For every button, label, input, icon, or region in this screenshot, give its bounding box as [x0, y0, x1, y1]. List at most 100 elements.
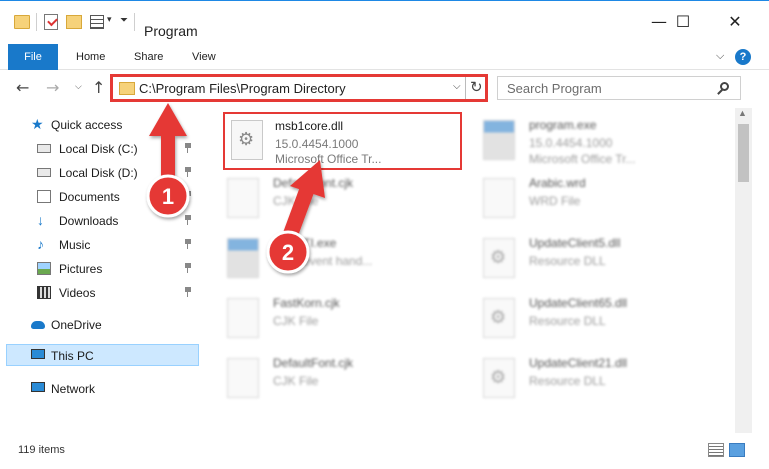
sidebar-item-network[interactable]: Network: [0, 378, 200, 400]
file-description: ...r di event hand...: [273, 254, 373, 268]
file-item-msb1core-dll[interactable]: msb1core.dll 15.0.4454.1000 Microsoft Of…: [223, 112, 462, 170]
file-description: Microsoft Office Tr...: [529, 152, 636, 166]
star-icon: ★: [31, 116, 44, 132]
address-path[interactable]: C:\Program Files\Program Directory: [139, 81, 346, 96]
file-type: Resource DLL: [529, 254, 606, 268]
view-options-chevron-icon[interactable]: ▾: [107, 14, 112, 32]
file-version: 15.0.4454.1000: [529, 136, 613, 150]
file-type: CJK File: [273, 374, 319, 388]
file-version: 15.0.4454.1000: [275, 137, 359, 151]
address-row: ← → ⌵ ↑ C:\Program Files\Program Directo…: [0, 70, 769, 106]
scrollbar-thumb[interactable]: [738, 124, 749, 182]
refresh-button[interactable]: ↻: [470, 78, 483, 96]
folder-icon: [14, 15, 30, 29]
exe-file-icon: [227, 238, 259, 278]
address-dropdown-icon[interactable]: ⌵: [453, 81, 461, 92]
vertical-scrollbar[interactable]: ▲: [735, 108, 752, 433]
file-type: Resource DLL: [529, 374, 606, 388]
pin-icon[interactable]: [184, 239, 192, 249]
file-type: Resource DLL: [529, 314, 606, 328]
file-item[interactable]: Arabic.wrd WRD File: [471, 170, 711, 226]
maximize-button[interactable]: ☐: [660, 9, 706, 35]
address-bar[interactable]: C:\Program Files\Program Directory ⌵ ↻: [110, 74, 488, 102]
sidebar-item-onedrive[interactable]: OneDrive: [0, 314, 200, 336]
properties-icon[interactable]: [44, 14, 58, 30]
videos-icon: [37, 286, 51, 299]
ribbon: File Home Share View ⌵ ?: [0, 44, 769, 70]
file-name: UpdateClient21.dll: [529, 356, 628, 370]
file-item[interactable]: DefaultFont.cjk CJK File: [215, 170, 455, 226]
sidebar-item-label: Network: [51, 382, 96, 396]
status-bar: 119 items: [0, 436, 769, 469]
view-options-icon[interactable]: [90, 15, 104, 29]
customize-toolbar-icon[interactable]: ⏷: [120, 15, 128, 33]
item-count: 119 items: [18, 444, 65, 456]
file-item[interactable]: program.exe 15.0.4454.1000 Microsoft Off…: [471, 112, 711, 168]
sidebar-item-label: This PC: [51, 349, 94, 363]
tab-home[interactable]: Home: [64, 44, 117, 70]
sidebar-item-local-disk-c[interactable]: Local Disk (C:): [0, 138, 200, 160]
sidebar-item-videos[interactable]: Videos: [0, 282, 200, 304]
sidebar-item-pictures[interactable]: Pictures: [0, 258, 200, 280]
pin-icon[interactable]: [184, 167, 192, 177]
sidebar-item-local-disk-d[interactable]: Local Disk (D:): [0, 162, 200, 184]
sidebar-item-label: Music: [59, 238, 91, 252]
pictures-icon: [37, 262, 51, 275]
downloads-icon: ↓: [37, 212, 44, 228]
generic-file-icon: [483, 178, 515, 218]
search-icon[interactable]: [720, 82, 729, 91]
forward-button[interactable]: →: [46, 78, 59, 97]
search-input[interactable]: Search Program: [497, 76, 741, 100]
sidebar-item-label: Local Disk (C:): [59, 142, 138, 156]
drive-icon: [37, 144, 51, 153]
file-item[interactable]: DefaultFont.cjk CJK File: [215, 350, 455, 406]
address-divider: [465, 77, 466, 99]
pin-icon[interactable]: [184, 287, 192, 297]
tab-view[interactable]: View: [180, 44, 228, 70]
file-item[interactable]: ...yySTI.exe ...r di event hand...: [215, 230, 455, 286]
close-button[interactable]: ✕: [712, 9, 758, 35]
file-type: CJK File: [273, 314, 319, 328]
drive-icon: [37, 168, 51, 177]
new-folder-icon[interactable]: [66, 15, 82, 29]
up-button[interactable]: ↑: [92, 78, 105, 97]
tab-file[interactable]: File: [8, 44, 58, 70]
sidebar-item-this-pc[interactable]: This PC: [6, 344, 199, 366]
sidebar-item-downloads[interactable]: ↓ Downloads: [0, 210, 200, 232]
sidebar-item-music[interactable]: ♪ Music: [0, 234, 200, 256]
file-type: WRD File: [529, 194, 581, 208]
sidebar-item-label: Videos: [59, 286, 96, 300]
sidebar-item-label: Documents: [59, 190, 120, 204]
file-item[interactable]: UpdateClient5.dll Resource DLL: [471, 230, 711, 286]
file-name: DefaultFont.cjk: [273, 356, 354, 370]
sidebar-item-label: Downloads: [59, 214, 119, 228]
sidebar-item-documents[interactable]: Documents: [0, 186, 200, 208]
sidebar-item-quick-access[interactable]: ★ Quick access: [0, 114, 200, 136]
file-name: UpdateClient5.dll: [529, 236, 621, 250]
details-view-icon[interactable]: [708, 443, 724, 457]
file-item[interactable]: UpdateClient21.dll Resource DLL: [471, 350, 711, 406]
file-name: msb1core.dll: [275, 119, 344, 133]
pin-icon[interactable]: [184, 143, 192, 153]
pin-icon[interactable]: [184, 215, 192, 225]
file-item[interactable]: FastKorn.cjk CJK File: [215, 290, 455, 346]
recent-locations-icon[interactable]: ⌵: [75, 82, 82, 92]
sidebar-item-label: OneDrive: [51, 318, 102, 332]
help-icon[interactable]: ?: [735, 49, 751, 65]
file-item[interactable]: UpdateClient65.dll Resource DLL: [471, 290, 711, 346]
generic-file-icon: [227, 298, 259, 338]
file-name: UpdateClient65.dll: [529, 296, 628, 310]
computer-icon: [31, 349, 45, 359]
search-placeholder[interactable]: Search Program: [507, 81, 602, 96]
expand-ribbon-icon[interactable]: ⌵: [716, 50, 724, 63]
music-icon: ♪: [37, 236, 44, 252]
back-button[interactable]: ←: [16, 78, 29, 97]
dll-file-icon: [483, 358, 515, 398]
tab-share[interactable]: Share: [122, 44, 175, 70]
pin-icon[interactable]: [184, 191, 192, 201]
documents-icon: [37, 190, 51, 203]
large-icons-view-icon[interactable]: [729, 443, 745, 457]
pin-icon[interactable]: [184, 263, 192, 273]
title-separator: [134, 13, 135, 31]
scroll-up-icon[interactable]: ▲: [738, 108, 747, 118]
